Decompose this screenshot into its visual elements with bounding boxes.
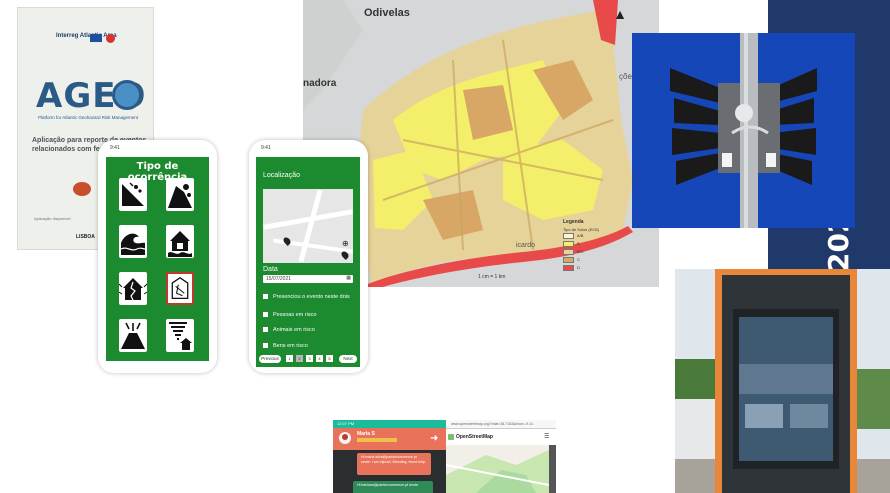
- chat-message: Hi maria.silva@parishcommerce.pt wrote: …: [357, 453, 431, 475]
- date-value: 15/07/2021: [266, 276, 292, 282]
- siren-photo: [632, 33, 855, 228]
- earthquake-house-icon: [119, 278, 147, 301]
- osm-map-canvas: [446, 445, 550, 493]
- volcano-icon: [121, 322, 145, 349]
- tsunami-icon: [120, 233, 146, 255]
- tile-landslide[interactable]: [119, 178, 147, 211]
- page-2[interactable]: 2: [296, 355, 303, 362]
- status-time: 9:41: [261, 145, 271, 151]
- kiosk-photo: [675, 269, 890, 493]
- tile-earthquake[interactable]: [119, 272, 147, 305]
- lisboa-logo: LISBOA: [76, 234, 95, 240]
- building-collapse-icon: [171, 277, 189, 299]
- checkbox-animals-at-risk[interactable]: Animais em risco: [263, 327, 315, 333]
- checkbox-witnessed[interactable]: Presenciou o evento neste dois: [263, 294, 350, 300]
- chat-message: Hi barbara@parishcommerce.pt wrote:: [353, 481, 433, 493]
- eu-flag-icon: [90, 34, 102, 42]
- tile-volcano[interactable]: [119, 319, 147, 352]
- page-3[interactable]: 3: [306, 355, 313, 362]
- osm-zoom-controls[interactable]: [549, 445, 556, 493]
- legend-item: B: [563, 240, 625, 248]
- chat-contact-name: Maria S: [357, 431, 375, 437]
- checkbox-icon[interactable]: [263, 294, 268, 300]
- collage: 202 Interreg Atlantic Area AGEO Platform…: [0, 0, 890, 493]
- logout-icon[interactable]: ➜: [430, 433, 438, 444]
- tornado-icon: [169, 322, 192, 350]
- phone-occurrence-type: 9:41 Tipo de ocorrência: [98, 140, 217, 373]
- osm-screenshot: www.openstreetmap.org/?mlat=38.7163&mlon…: [446, 420, 556, 493]
- north-arrow-icon: ▲: [613, 6, 627, 22]
- tile-tsunami[interactable]: [119, 225, 147, 258]
- phone-location-form: 9:41 Localização ⊕ Data 15/07/2021 ▦ Pre…: [249, 140, 368, 373]
- next-button[interactable]: Next: [339, 355, 357, 363]
- tile-rockfall[interactable]: [166, 178, 194, 211]
- legend-item: C: [563, 256, 625, 264]
- mushroom-illustration-icon: [73, 182, 91, 196]
- tile-flood[interactable]: [166, 225, 194, 258]
- place-label-south: icardo: [516, 242, 536, 249]
- siren-illustration: [632, 33, 855, 228]
- map-legend: Legenda Tipo de Solos (EC8) A/B B B/C C …: [563, 219, 625, 287]
- checkbox-icon[interactable]: [263, 343, 268, 349]
- page-1[interactable]: 1: [286, 355, 293, 362]
- date-label: Data: [263, 266, 278, 273]
- tile-tornado[interactable]: [166, 319, 194, 352]
- checkbox-property-at-risk[interactable]: Bens em risco: [263, 343, 308, 349]
- avatar: [339, 432, 351, 444]
- checkbox-icon[interactable]: [263, 327, 268, 333]
- map-road: [298, 189, 323, 263]
- legend-item: B/C: [563, 248, 625, 256]
- osm-brand: OpenStreetMap: [456, 434, 493, 440]
- page-5[interactable]: 5: [326, 355, 333, 362]
- legend-item: D: [563, 264, 625, 272]
- menu-icon[interactable]: ☰: [544, 433, 549, 440]
- flood-house-icon: [168, 231, 192, 257]
- kiosk-illustration: [675, 269, 890, 493]
- location-map[interactable]: ⊕: [263, 189, 353, 263]
- checkbox-people-at-risk[interactable]: Pessoas em risco: [263, 312, 316, 318]
- location-label: Localização: [263, 172, 300, 179]
- rockfall-icon: [168, 184, 192, 208]
- chat-header: Maria S ➜: [333, 428, 446, 450]
- legend-item: A/B: [563, 232, 625, 240]
- partner-logo-icon: [106, 34, 115, 43]
- chat-status-bar: 12:07 PM: [333, 420, 446, 428]
- form-panel: Localização ⊕ Data 15/07/2021 ▦ Presenci…: [256, 157, 360, 367]
- url-bar[interactable]: www.openstreetmap.org/?mlat=38.7163&mlon…: [446, 420, 556, 429]
- previous-button[interactable]: Previous: [259, 355, 281, 363]
- globe-icon: [112, 80, 142, 110]
- checkbox-icon[interactable]: [263, 312, 268, 318]
- scale-bar: 1 cm = 1 km: [478, 274, 506, 280]
- osm-header: OpenStreetMap: [446, 429, 556, 445]
- calendar-icon[interactable]: ▦: [346, 275, 351, 281]
- status-time: 9:41: [110, 145, 120, 151]
- date-field[interactable]: 15/07/2021 ▦: [263, 275, 353, 283]
- chat-app-screenshot: 12:07 PM Maria S ➜ Hi maria.silva@parish…: [333, 420, 446, 493]
- page-4[interactable]: 4: [316, 355, 323, 362]
- landslide-icon: [122, 182, 144, 206]
- osm-logo-icon: [448, 434, 454, 440]
- crosshair-icon[interactable]: ⊕: [342, 239, 349, 248]
- pagination: Previous 1 2 3 4 5 Next: [259, 354, 357, 364]
- legend-title: Legenda: [563, 219, 584, 225]
- chat-contact-email: [357, 438, 397, 442]
- place-label-west: nadora: [303, 78, 337, 89]
- osm-map-view[interactable]: [446, 445, 550, 493]
- tile-building-collapse[interactable]: [166, 272, 194, 305]
- occurrence-panel: Tipo de ocorrência: [106, 157, 209, 361]
- availability-label: Aplicação disponível: [34, 216, 71, 221]
- place-label-odivelas: Odivelas: [364, 7, 410, 19]
- ageo-subtitle: Platform for Atlantic Geohazard Risk Man…: [38, 115, 139, 120]
